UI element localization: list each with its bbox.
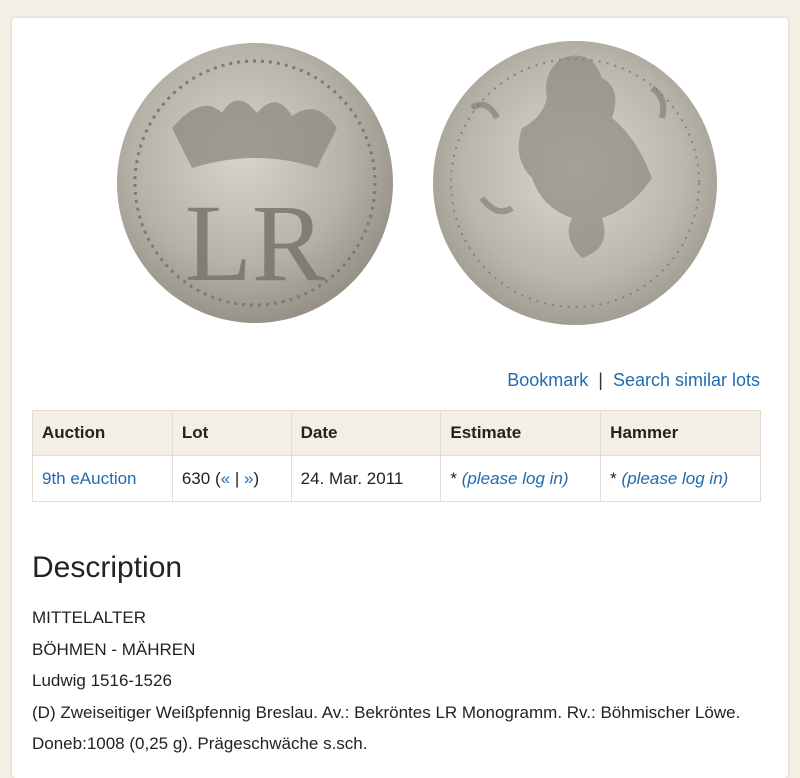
lot-number: 630: [181, 468, 211, 488]
cell-date: 24. Mar. 2011: [290, 455, 442, 502]
cell-auction: 9th eAuction: [32, 455, 173, 502]
lot-nav-separator: |: [234, 468, 240, 488]
bookmark-link[interactable]: Bookmark: [507, 370, 588, 390]
header-hammer: Hammer: [600, 410, 761, 456]
header-date: Date: [290, 410, 442, 456]
previous-lot-link[interactable]: «: [221, 469, 230, 488]
description-body: MITTELALTER BÖHMEN - MÄHREN Ludwig 1516-…: [32, 602, 772, 760]
cell-lot: 630 (« | »): [171, 455, 292, 502]
lot-info-table: Auction Lot Date Estimate Hammer 9th eAu…: [32, 410, 761, 502]
lot-panel: LR Bookmark | Search similar lots Auction …: [12, 18, 788, 778]
description-line: MITTELALTER: [32, 608, 146, 627]
cell-hammer: * (please log in): [600, 455, 761, 502]
hammer-star: *: [610, 468, 617, 488]
hammer-login-link[interactable]: (please log in): [622, 469, 729, 488]
description-line: Ludwig 1516-1526: [32, 671, 172, 690]
lot-actions: Bookmark | Search similar lots: [12, 370, 760, 390]
description-heading: Description: [32, 551, 183, 584]
header-lot: Lot: [171, 410, 292, 456]
description-line: (D) Zweiseitiger Weißpfennig Breslau. Av…: [32, 702, 741, 754]
obverse-monogram: LR: [185, 182, 326, 304]
auction-link[interactable]: 9th eAuction: [42, 469, 137, 488]
coin-photo: LR: [117, 41, 717, 325]
table-row: 9th eAuction 630 (« | ») 24. Mar. 2011 *…: [32, 455, 761, 502]
coin-obverse: LR: [117, 43, 393, 323]
estimate-login-link[interactable]: (please log in): [462, 469, 569, 488]
description-line: BÖHMEN - MÄHREN: [32, 639, 196, 659]
coin-reverse: [433, 41, 717, 325]
actions-separator: |: [598, 370, 603, 390]
cell-estimate: * (please log in): [440, 455, 602, 502]
table-header-row: Auction Lot Date Estimate Hammer: [32, 410, 761, 456]
coin-image[interactable]: LR: [92, 18, 732, 338]
header-estimate: Estimate: [440, 410, 602, 456]
search-similar-lots-link[interactable]: Search similar lots: [613, 370, 760, 390]
estimate-star: *: [450, 468, 457, 488]
lot-paren-close: ): [253, 468, 260, 488]
header-auction: Auction: [32, 410, 173, 456]
